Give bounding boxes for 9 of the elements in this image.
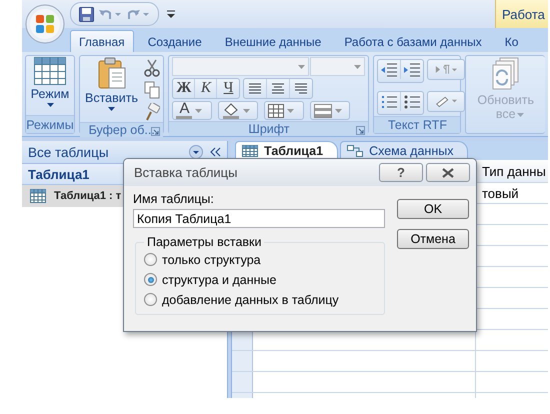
group-label: Режимы [26, 118, 74, 132]
table-cell: товый [482, 186, 519, 200]
group-title: Параметры вставки [146, 235, 262, 249]
group-label: Буфер об... [88, 123, 155, 137]
group-label: Текст RTF [388, 118, 447, 132]
column-header: Тип данны [482, 164, 546, 178]
group-label: Шрифт [248, 122, 290, 136]
field-label: Имя таблицы: [133, 192, 215, 208]
dialog-title: Вставка таблицы [134, 165, 238, 180]
